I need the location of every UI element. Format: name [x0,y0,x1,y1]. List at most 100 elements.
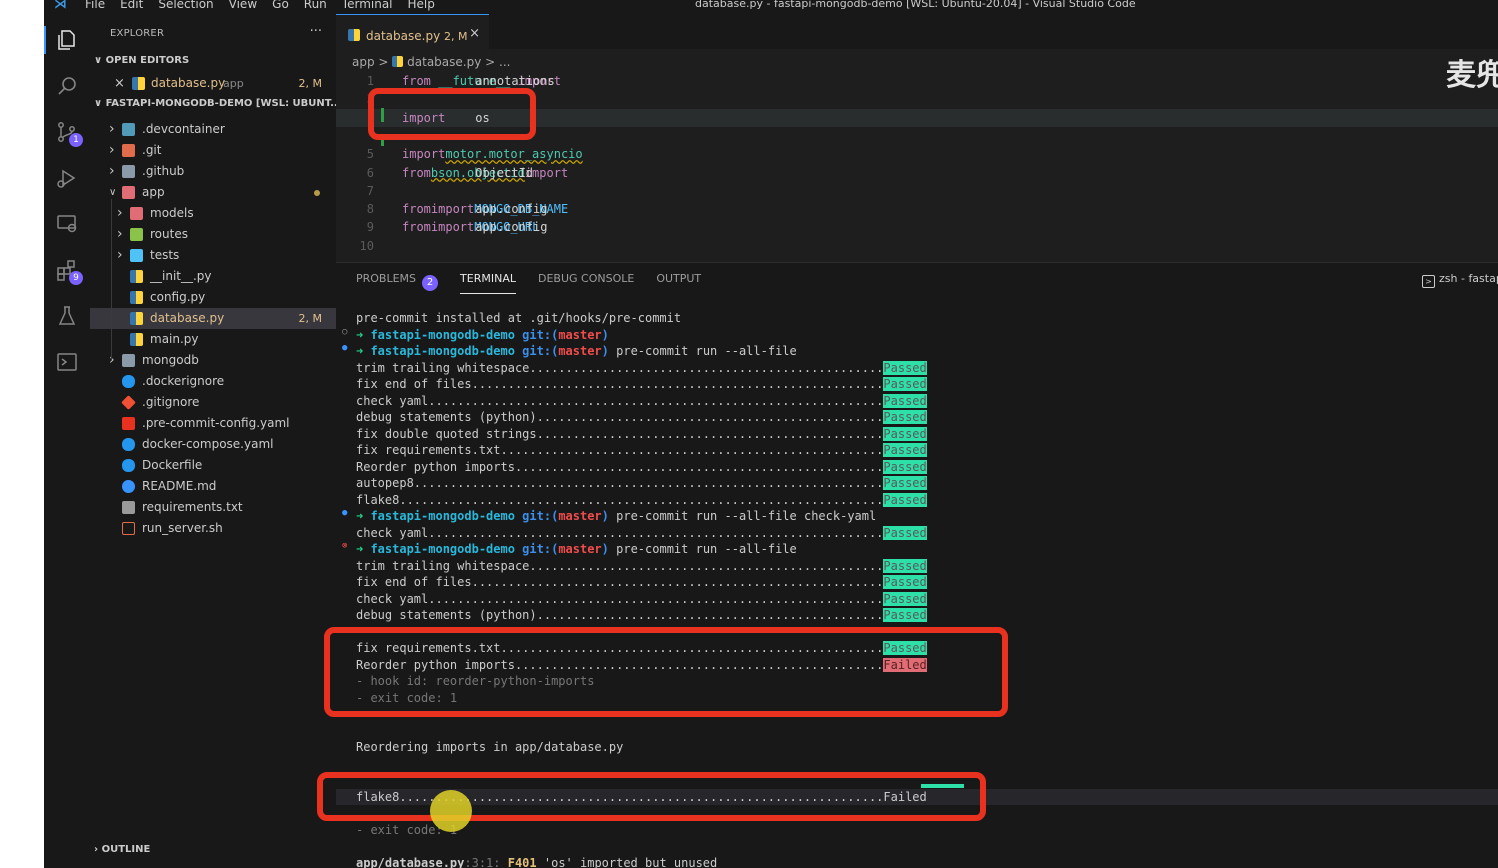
prompt-arrow: ➜ [356,344,371,358]
workspace-section[interactable]: ∨ FASTAPI-MONGODB-DEMO [WSL: UBUNT... [94,98,341,109]
prompt-git: git:( [514,509,559,523]
open-editor-item[interactable]: × database.py app 2, M [90,73,336,94]
docker-file-icon [122,459,135,472]
chevron-right-icon: › [117,226,123,242]
tree-item-devcontainer[interactable]: › .devcontainer [90,119,336,140]
tree-item-requirements-txt[interactable]: requirements.txt [90,497,336,518]
vscode-window: ⋊ File Edit Selection View Go Run Terminal Help… [44,0,1498,868]
prompt-git: git:( [514,327,559,342]
outline-section[interactable]: › OUTLINE [94,844,150,855]
terminal-line: fix double quoted strings...............… [356,426,927,442]
text-file-icon [122,501,135,514]
menu-run[interactable]: Run [304,0,327,12]
vscode-logo-icon: ⋊ [54,0,67,12]
search-icon[interactable] [44,66,90,106]
tab-problems[interactable]: PROBLEMS 2 [356,272,439,294]
tree-item-docker-compose-yaml[interactable]: docker-compose.yaml [90,434,336,455]
terminal-line: debug statements (python)...............… [356,607,927,623]
tab-output[interactable]: OUTPUT [656,272,701,294]
close-icon[interactable]: × [114,73,125,94]
terminal-line: ➜ fastapi-mongodb-demo git:(master) pre-… [356,343,797,359]
explorer-sidebar: EXPLORER ··· ∨ OPEN EDITORS × database.p… [90,14,341,868]
tree-item-routes[interactable]: › routes [90,224,336,245]
line-number: 6 [366,165,374,180]
terminal-selector[interactable]: > zsh - fastapi [1422,272,1498,288]
tree-item-run-server-sh[interactable]: run_server.sh [90,518,336,539]
terminal-line: fix end of files........................… [356,574,927,590]
extensions-icon[interactable]: 9 [44,250,90,290]
tree-item-gitignore[interactable]: .gitignore [90,392,336,413]
tree-item-pre-commit-config-yaml[interactable]: .pre-commit-config.yaml [90,413,336,434]
hook-name: trim trailing whitespace................… [356,360,884,375]
title-bar: ⋊ File Edit Selection View Go Run Terminal Help… [44,0,1498,14]
tree-item-app[interactable]: ∨ app [90,182,336,203]
breadcrumb-folder[interactable]: app [352,55,375,69]
tab-close-icon[interactable]: × [469,26,480,41]
tree-item-models[interactable]: › models [90,203,336,224]
tree-item-label: config.py [150,290,206,304]
mouse-cursor-highlight [430,790,472,832]
annotation-box-flake8-failed [317,772,986,821]
more-actions-icon[interactable]: ··· [310,24,322,39]
run-debug-icon[interactable] [44,158,90,198]
menu-edit[interactable]: Edit [120,0,143,12]
remote-explorer-icon[interactable] [44,204,90,244]
tree-item-tests[interactable]: › tests [90,245,336,266]
terminal-icon[interactable] [44,342,90,382]
tree-item-mongodb[interactable]: › mongodb [90,350,336,371]
tree-item-git[interactable]: › .git [90,140,336,161]
code-line: 7 [336,182,1498,200]
line-number: 8 [366,202,374,217]
shell-file-icon [122,522,135,535]
terminal-line: check yaml..............................… [356,393,927,409]
explorer-icon[interactable] [44,20,90,60]
tree-item-config-py[interactable]: config.py [90,287,336,308]
python-file-icon [130,312,143,325]
tab-status: 2, M [444,30,468,43]
prompt-arrow: ➜ [356,542,371,556]
hook-name: debug statements (python)...............… [356,410,884,424]
tree-item-dockerfile[interactable]: Dockerfile [90,455,336,476]
open-editors-section[interactable]: ∨ OPEN EDITORS [94,55,189,66]
tree-item-github[interactable]: › .github [90,161,336,182]
tree-item-label: .gitignore [142,395,200,409]
hook-name: Reorder python imports..................… [356,459,884,474]
open-editor-filename: database.py [151,76,226,90]
menu-go[interactable]: Go [272,0,289,12]
code-line: 5 import motor.motor_asyncio [336,145,1498,163]
line-number: 10 [359,238,374,253]
menu-view[interactable]: View [229,0,257,12]
line-text: from app.config import MONGO_DB_NAME [402,202,569,217]
tree-item-database-py[interactable]: database.py 2, M [90,308,336,329]
tree-item-main-py[interactable]: main.py [90,329,336,350]
tree-item-init-py[interactable]: __init__.py [90,266,336,287]
tab-database-py[interactable]: database.py 2, M × [336,14,489,49]
hook-name: fix double quoted strings...............… [356,426,884,441]
tree-item-dockerignore[interactable]: .dockerignore [90,371,336,392]
source-control-icon[interactable]: 1 [44,112,90,152]
breadcrumb-file[interactable]: database.py [407,55,481,69]
code-line: 10 [336,237,1498,255]
activity-bar: 1 9 [44,14,90,868]
tree-item-label: requirements.txt [142,500,243,514]
annotation-box-import [368,88,536,140]
prompt-status-marker: ● [342,343,348,353]
menu-help[interactable]: Help [408,0,435,12]
tree-item-label: app [142,185,165,199]
tab-terminal[interactable]: TERMINAL [460,272,516,294]
menu-terminal[interactable]: Terminal [342,0,393,12]
menu-selection[interactable]: Selection [158,0,213,12]
menu-file[interactable]: File [85,0,105,12]
prompt-path: fastapi-mongodb-demo [370,344,515,358]
source-control-badge: 1 [69,133,83,147]
tree-item-readme-md[interactable]: README.md [90,476,336,497]
open-editors-label: OPEN EDITORS [105,55,190,66]
chevron-right-icon: › [117,247,123,263]
testing-icon[interactable] [44,296,90,336]
chevron-down-icon: ∨ [94,98,103,109]
tab-debug-console[interactable]: DEBUG CONSOLE [538,272,634,294]
panel-tabs: PROBLEMS 2 TERMINAL DEBUG CONSOLE OUTPUT [356,272,701,294]
terminal-line: Reordering imports in app/database.py [356,740,624,754]
terminal-line: debug statements (python)...............… [356,409,927,425]
prompt-command: pre-commit run --all-file [608,344,797,358]
